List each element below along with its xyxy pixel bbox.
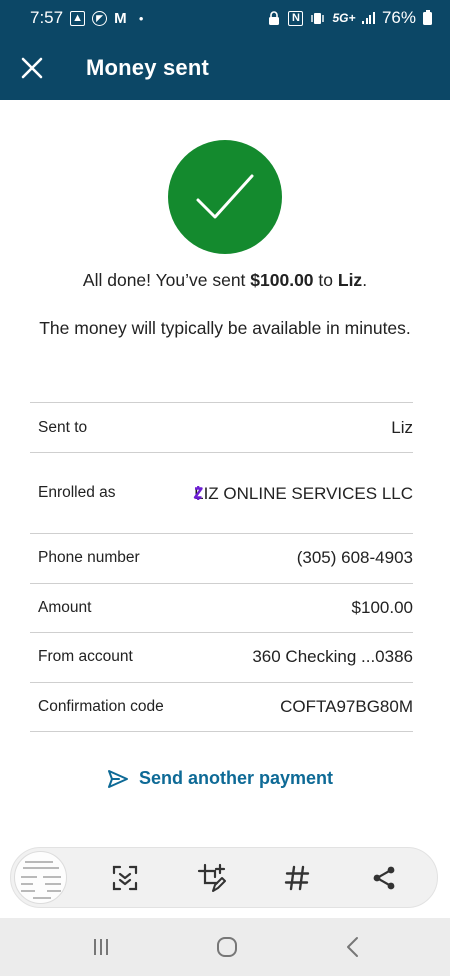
system-nav-bar xyxy=(0,918,450,976)
detail-label: Sent to xyxy=(38,418,88,436)
recents-button[interactable] xyxy=(86,932,116,962)
detail-row-from-account: From account 360 Checking ...0386 xyxy=(30,633,413,683)
detail-value: (305) 608-4903 xyxy=(296,548,413,568)
close-button[interactable] xyxy=(2,38,62,98)
recipient-name: Liz xyxy=(337,270,363,290)
back-button[interactable] xyxy=(338,932,368,962)
lock-icon xyxy=(266,10,281,26)
detail-label: Enrolled as xyxy=(38,484,116,501)
detail-label: Phone number xyxy=(38,549,140,567)
sent-amount: $100.00 xyxy=(250,270,314,290)
page-title: Money sent xyxy=(86,55,210,80)
confirmation-message: All done! You’ve sent $100.00 to Liz. xyxy=(82,270,368,290)
send-another-label: Send another payment xyxy=(139,768,334,788)
detail-value: Liz xyxy=(391,417,413,437)
success-check-icon xyxy=(168,140,282,254)
app-icon: ◤ xyxy=(92,10,108,26)
share-button[interactable] xyxy=(368,862,400,894)
vibrate-icon xyxy=(310,11,325,26)
app-header: Money sent xyxy=(0,36,450,100)
nfc-icon: N xyxy=(288,10,304,26)
availability-message: The money will typically be available in… xyxy=(39,318,411,338)
detail-row-sent-to: Sent to Liz xyxy=(30,403,413,453)
dot-icon: • xyxy=(138,10,144,26)
share-icon xyxy=(373,866,395,890)
crop-edit-icon xyxy=(197,863,226,892)
home-icon xyxy=(217,937,237,957)
scroll-capture-icon xyxy=(112,865,138,891)
network-label: 5G+ xyxy=(332,11,356,25)
detail-row-phone-number: Phone number (305) 608-4903 xyxy=(30,534,413,584)
back-icon xyxy=(347,937,358,957)
signal-icon xyxy=(362,12,375,24)
payment-details: Sent to Liz Enrolled as LIZ ONLINE SERVI… xyxy=(30,402,413,733)
image-icon: ▲ xyxy=(70,10,86,26)
detail-value: LIZ ONLINE SERVICES LLC xyxy=(194,483,413,503)
crop-edit-button[interactable] xyxy=(196,862,228,894)
detail-value: 360 Checking ...0386 xyxy=(252,647,413,667)
send-another-payment-button[interactable]: Send another payment xyxy=(107,768,333,789)
detail-row-amount: Amount $100.00 xyxy=(30,584,413,634)
hashtag-button[interactable] xyxy=(281,862,313,894)
detail-label: Amount xyxy=(38,598,92,616)
detail-label: From account xyxy=(38,648,133,666)
battery-icon xyxy=(423,9,432,25)
hashtag-icon xyxy=(284,865,310,891)
status-time: 7:57 xyxy=(30,8,64,27)
send-icon xyxy=(108,769,128,788)
gmail-icon: M xyxy=(114,9,127,27)
detail-row-enrolled-as: Enrolled as LIZ ONLINE SERVICES LLC xyxy=(30,453,413,534)
recents-icon xyxy=(94,939,108,955)
detail-value: $100.00 xyxy=(351,597,413,617)
detail-label: Confirmation code xyxy=(38,698,164,716)
status-bar: 7:57 ▲ ◤ M • N 5G+ 76% xyxy=(0,0,450,36)
detail-value: COFTA97BG80M xyxy=(280,697,413,717)
screenshot-toolbar xyxy=(10,847,438,908)
scroll-capture-button[interactable] xyxy=(109,862,141,894)
zelle-icon xyxy=(193,486,203,500)
battery-percent: 76% xyxy=(381,8,416,27)
close-icon xyxy=(21,57,43,79)
screenshot-thumbnail[interactable] xyxy=(14,851,67,904)
home-button[interactable] xyxy=(212,932,242,962)
detail-row-confirmation-code: Confirmation code COFTA97BG80M xyxy=(30,683,413,733)
